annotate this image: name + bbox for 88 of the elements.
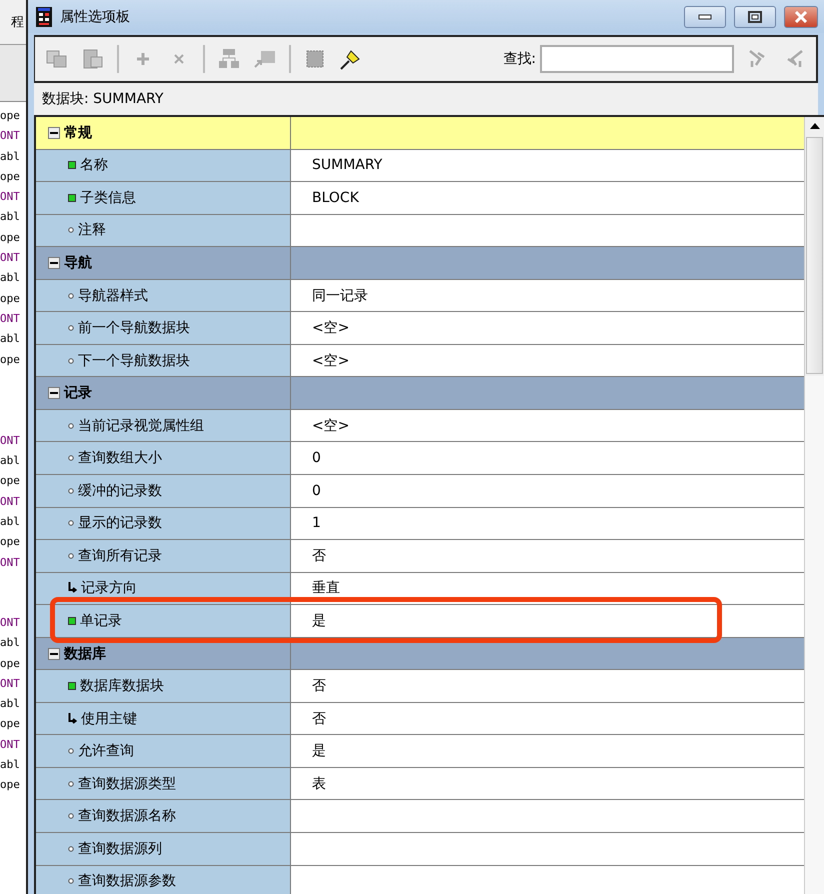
code-line: abl [0,270,21,286]
code-line: ONT [0,128,21,144]
property-value[interactable]: 是 [291,605,804,637]
property-value[interactable]: 否 [291,540,804,572]
code-line: ope [0,290,21,307]
code-line: ONT [0,310,21,327]
code-line: abl [0,635,21,652]
code-line: ONT [0,554,21,571]
property-name: 查询数据源类型 [78,774,176,793]
code-line: ope [0,168,21,185]
code-line: abl [0,757,21,774]
code-line: ope [0,108,21,124]
property-name: 下一个导航数据块 [78,352,190,370]
code-line: abl [0,696,21,712]
section-title[interactable]: 常规 [64,124,92,142]
property-name: 显示的记录数 [78,514,162,532]
section-title[interactable]: 记录 [64,384,92,402]
window-title: 属性选项板 [60,8,131,26]
property-name: 缓冲的记录数 [78,482,162,500]
property-value[interactable]: SUMMARY [291,150,804,182]
code-line: abl [0,514,21,530]
property-value[interactable]: <空> [291,344,804,376]
code-line: ONT [0,189,21,206]
property-value[interactable]: <空> [291,312,804,344]
property-name: 子类信息 [80,188,136,207]
code-line: ONT [0,494,21,510]
property-name: 导航器样式 [78,286,148,304]
code-line: ope [0,777,21,794]
minimize-icon [698,14,712,20]
property-name: 名称 [80,156,108,174]
property-name: 查询数组大小 [78,449,162,468]
property-value[interactable]: 表 [291,768,804,800]
collapse-icon[interactable] [48,126,60,139]
search-label: 查找: [503,50,536,68]
property-value[interactable]: <空> [291,410,804,442]
property-value[interactable] [291,214,804,246]
maximize-icon [748,10,762,22]
property-value[interactable]: 同一记录 [291,280,804,312]
property-name: 单记录 [80,612,122,630]
code-line: ONT [0,250,21,266]
property-name: 记录方向 [81,579,137,598]
property-value[interactable]: 否 [291,702,804,734]
property-value[interactable]: 0 [291,475,804,507]
property-name: 使用主键 [81,710,137,728]
maximize-button[interactable] [734,6,776,28]
code-line: abl [0,148,21,165]
code-line: ONT [0,614,21,631]
property-value[interactable]: 0 [291,442,804,474]
property-name: 注释 [78,221,106,240]
scrollbar-thumb[interactable] [806,137,823,374]
code-line: ope [0,656,21,672]
minimize-button[interactable] [684,6,726,28]
app-icon [36,6,52,26]
editor-tab[interactable]: 程 [11,13,24,31]
property-name: 查询数据源列 [78,840,162,858]
code-line: ope [0,230,21,246]
code-line: abl [0,209,21,226]
section-title[interactable]: 数据库 [64,644,106,663]
property-name: 前一个导航数据块 [78,319,190,338]
collapse-icon[interactable] [48,256,60,269]
code-line: ope [0,352,21,368]
tree-icon[interactable] [217,47,241,71]
close-icon [794,10,808,22]
code-line: ONT [0,432,21,449]
section-title[interactable]: 导航 [64,254,92,272]
block-header: 数据块: SUMMARY [42,90,164,108]
property-value[interactable]: 1 [291,508,804,540]
code-line: abl [0,331,21,348]
code-line: abl [0,453,21,470]
property-name: 允许查询 [78,742,134,760]
property-name: 查询数据源参数 [78,872,176,890]
property-name: 查询数据源名称 [78,807,176,826]
property-name: 查询所有记录 [78,546,162,565]
paste-icon[interactable] [81,47,105,71]
property-value[interactable]: 否 [291,670,804,702]
property-name: 当前记录视觉属性组 [78,416,204,435]
search-field[interactable] [540,45,734,73]
property-value[interactable]: BLOCK [291,182,804,214]
code-line: ope [0,473,21,490]
close-button[interactable] [784,6,818,28]
code-line: ope [0,534,21,550]
property-value[interactable]: 是 [291,735,804,767]
code-line: ONT [0,676,21,692]
collapse-icon[interactable] [48,648,60,660]
code-line: ope [0,716,21,732]
collapse-icon[interactable] [48,387,60,400]
code-line: ONT [0,736,21,753]
property-name: 数据库数据块 [80,677,164,696]
